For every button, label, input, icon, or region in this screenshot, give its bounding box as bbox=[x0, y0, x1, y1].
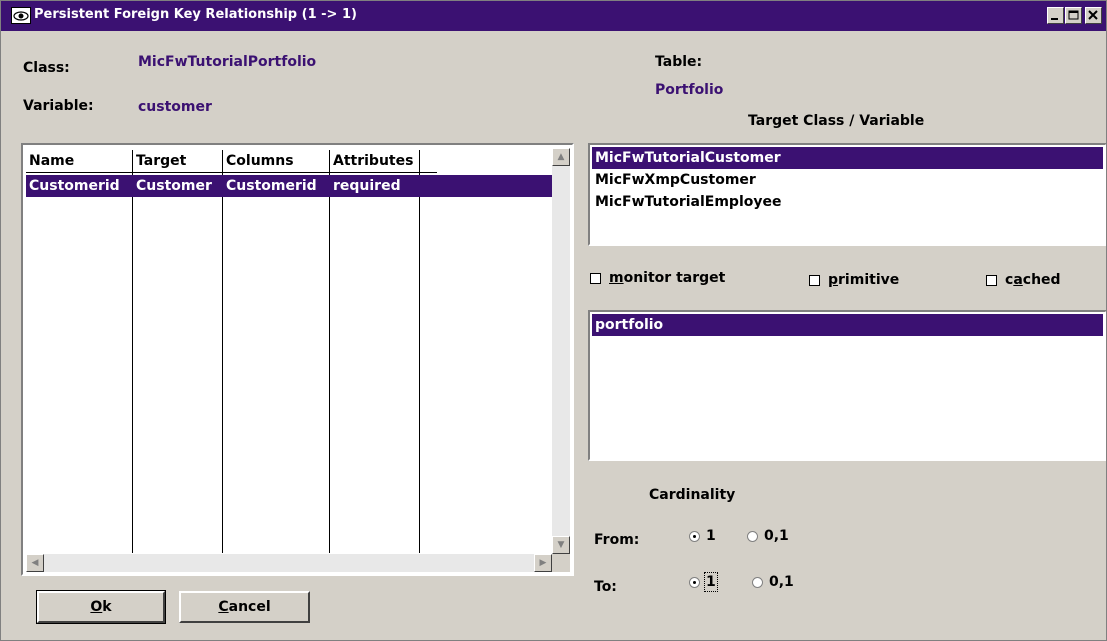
radio-selected-icon[interactable] bbox=[689, 576, 700, 588]
column-header-attributes[interactable]: Attributes bbox=[330, 150, 420, 172]
scroll-up-icon[interactable]: ▲ bbox=[552, 148, 570, 166]
radio-icon[interactable] bbox=[747, 530, 758, 542]
list-item[interactable]: MicFwXmpCustomer bbox=[592, 169, 1103, 191]
checkbox-box[interactable] bbox=[809, 274, 820, 286]
cell-columns: Customerid bbox=[226, 178, 317, 194]
radio-icon[interactable] bbox=[752, 576, 763, 588]
list-item[interactable]: MicFwTutorialEmployee bbox=[592, 191, 1103, 213]
mapping-grid[interactable]: Name Target Columns Attributes Customeri… bbox=[21, 143, 574, 576]
primitive-label: primitive bbox=[828, 272, 900, 288]
to-label: To: bbox=[594, 579, 617, 595]
cancel-button[interactable]: Cancel bbox=[179, 591, 310, 623]
to-radio-1[interactable]: 1 bbox=[689, 572, 718, 592]
variable-list[interactable]: portfolio bbox=[588, 310, 1106, 461]
column-divider bbox=[132, 150, 133, 553]
window-title: Persistent Foreign Key Relationship (1 -… bbox=[34, 7, 357, 22]
vertical-scrollbar[interactable]: ▲ ▼ bbox=[552, 148, 570, 554]
variable-label: Variable: bbox=[23, 98, 94, 114]
monitor-target-label: monitor target bbox=[609, 270, 726, 286]
dialog-window: Persistent Foreign Key Relationship (1 -… bbox=[0, 0, 1107, 641]
scroll-down-icon[interactable]: ▼ bbox=[552, 536, 570, 554]
checkbox-box[interactable] bbox=[986, 274, 997, 286]
from-radio-0-1[interactable]: 0,1 bbox=[747, 528, 789, 544]
column-header-name[interactable]: Name bbox=[26, 150, 133, 172]
primitive-checkbox[interactable]: primitive bbox=[809, 272, 899, 288]
eye-icon[interactable] bbox=[11, 7, 31, 24]
title-bar[interactable]: Persistent Foreign Key Relationship (1 -… bbox=[1, 1, 1106, 31]
to-radio-0-1[interactable]: 0,1 bbox=[752, 574, 794, 590]
variable-value: customer bbox=[138, 99, 212, 115]
cached-checkbox[interactable]: cached bbox=[986, 272, 1061, 288]
ok-button[interactable]: Ok bbox=[36, 590, 166, 624]
column-divider bbox=[329, 150, 330, 553]
list-item[interactable]: portfolio bbox=[592, 314, 1103, 336]
maximize-icon bbox=[1068, 10, 1079, 20]
monitor-target-checkbox[interactable]: monitor target bbox=[590, 270, 725, 286]
class-label: Class: bbox=[23, 60, 70, 76]
cardinality-header: Cardinality bbox=[649, 487, 736, 503]
horizontal-scrollbar[interactable]: ◀ ▶ bbox=[26, 554, 552, 572]
scroll-right-icon[interactable]: ▶ bbox=[534, 554, 552, 572]
list-item[interactable]: MicFwTutorialCustomer bbox=[592, 147, 1103, 169]
radio-selected-icon[interactable] bbox=[689, 530, 700, 542]
from-radio-1[interactable]: 1 bbox=[689, 528, 716, 544]
cell-target: Customer bbox=[136, 178, 212, 194]
class-value: MicFwTutorialPortfolio bbox=[138, 54, 317, 70]
target-class-header: Target Class / Variable bbox=[748, 113, 925, 129]
column-divider bbox=[222, 150, 223, 553]
close-button[interactable] bbox=[1085, 7, 1102, 24]
column-divider bbox=[419, 150, 420, 553]
checkbox-box[interactable] bbox=[590, 272, 601, 284]
close-icon bbox=[1088, 10, 1098, 20]
scroll-left-icon[interactable]: ◀ bbox=[26, 554, 44, 572]
table-value: Portfolio bbox=[655, 82, 724, 98]
target-class-list[interactable]: MicFwTutorialCustomer MicFwXmpCustomer M… bbox=[588, 143, 1106, 246]
maximize-button[interactable] bbox=[1065, 7, 1082, 24]
cell-name: Customerid bbox=[29, 178, 120, 194]
header-divider bbox=[26, 172, 437, 173]
from-label: From: bbox=[594, 532, 640, 548]
cell-attributes: required bbox=[333, 178, 401, 194]
minimize-icon bbox=[1051, 18, 1058, 20]
table-label: Table: bbox=[655, 54, 703, 70]
cached-label: cached bbox=[1005, 272, 1061, 288]
scrollbar-corner bbox=[552, 554, 570, 572]
column-header-target[interactable]: Target bbox=[133, 150, 223, 172]
column-header-columns[interactable]: Columns bbox=[223, 150, 330, 172]
minimize-button[interactable] bbox=[1047, 7, 1064, 24]
